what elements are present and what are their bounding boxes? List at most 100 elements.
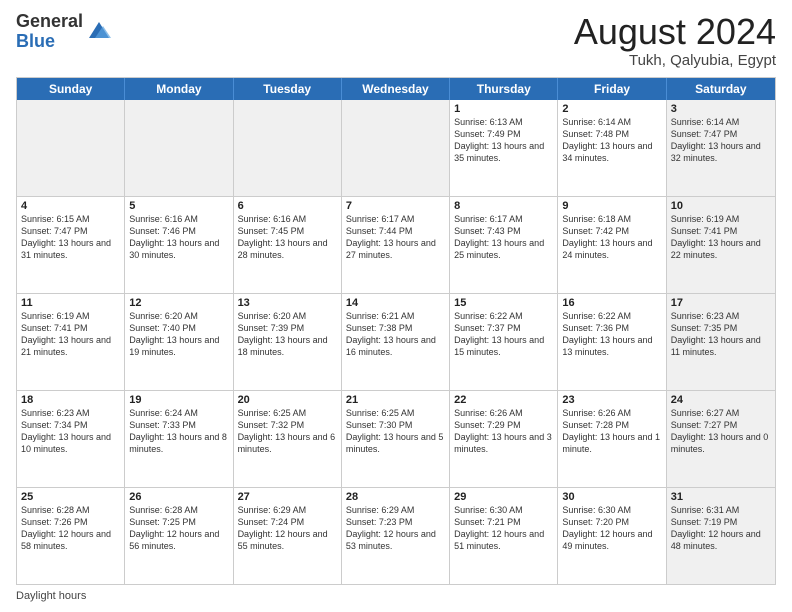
title-block: August 2024 Tukh, Qalyubia, Egypt <box>574 12 776 69</box>
day-number: 25 <box>21 491 120 503</box>
calendar-day-cell: 28Sunrise: 6:29 AM Sunset: 7:23 PM Dayli… <box>342 488 450 584</box>
calendar-day-cell: 23Sunrise: 6:26 AM Sunset: 7:28 PM Dayli… <box>558 391 666 487</box>
calendar-day-cell: 17Sunrise: 6:23 AM Sunset: 7:35 PM Dayli… <box>667 294 775 390</box>
calendar-day-cell: 14Sunrise: 6:21 AM Sunset: 7:38 PM Dayli… <box>342 294 450 390</box>
day-number: 29 <box>454 491 553 503</box>
day-details: Sunrise: 6:28 AM Sunset: 7:25 PM Dayligh… <box>129 504 228 553</box>
day-details: Sunrise: 6:25 AM Sunset: 7:32 PM Dayligh… <box>238 407 337 456</box>
day-details: Sunrise: 6:15 AM Sunset: 7:47 PM Dayligh… <box>21 213 120 262</box>
day-details: Sunrise: 6:29 AM Sunset: 7:23 PM Dayligh… <box>346 504 445 553</box>
day-number: 16 <box>562 297 661 309</box>
day-details: Sunrise: 6:21 AM Sunset: 7:38 PM Dayligh… <box>346 310 445 359</box>
day-number: 26 <box>129 491 228 503</box>
calendar-day-cell: 4Sunrise: 6:15 AM Sunset: 7:47 PM Daylig… <box>17 197 125 293</box>
calendar-header-cell: Wednesday <box>342 78 450 100</box>
day-details: Sunrise: 6:13 AM Sunset: 7:49 PM Dayligh… <box>454 116 553 165</box>
day-number: 21 <box>346 394 445 406</box>
calendar-week-row: 4Sunrise: 6:15 AM Sunset: 7:47 PM Daylig… <box>17 197 775 294</box>
calendar-day-cell: 7Sunrise: 6:17 AM Sunset: 7:44 PM Daylig… <box>342 197 450 293</box>
day-details: Sunrise: 6:29 AM Sunset: 7:24 PM Dayligh… <box>238 504 337 553</box>
calendar-header-cell: Thursday <box>450 78 558 100</box>
day-number: 7 <box>346 200 445 212</box>
day-number: 18 <box>21 394 120 406</box>
day-details: Sunrise: 6:14 AM Sunset: 7:47 PM Dayligh… <box>671 116 771 165</box>
calendar-body: 1Sunrise: 6:13 AM Sunset: 7:49 PM Daylig… <box>17 100 775 584</box>
day-number: 20 <box>238 394 337 406</box>
calendar-week-row: 1Sunrise: 6:13 AM Sunset: 7:49 PM Daylig… <box>17 100 775 197</box>
day-number: 13 <box>238 297 337 309</box>
day-details: Sunrise: 6:28 AM Sunset: 7:26 PM Dayligh… <box>21 504 120 553</box>
day-number: 30 <box>562 491 661 503</box>
calendar-day-cell: 26Sunrise: 6:28 AM Sunset: 7:25 PM Dayli… <box>125 488 233 584</box>
calendar-header-cell: Tuesday <box>234 78 342 100</box>
calendar-day-cell: 9Sunrise: 6:18 AM Sunset: 7:42 PM Daylig… <box>558 197 666 293</box>
calendar-day-cell: 10Sunrise: 6:19 AM Sunset: 7:41 PM Dayli… <box>667 197 775 293</box>
day-number: 1 <box>454 103 553 115</box>
day-number: 19 <box>129 394 228 406</box>
logo-general: General <box>16 12 83 32</box>
calendar-day-cell: 2Sunrise: 6:14 AM Sunset: 7:48 PM Daylig… <box>558 100 666 196</box>
day-details: Sunrise: 6:17 AM Sunset: 7:43 PM Dayligh… <box>454 213 553 262</box>
calendar-day-cell: 12Sunrise: 6:20 AM Sunset: 7:40 PM Dayli… <box>125 294 233 390</box>
calendar-day-cell <box>125 100 233 196</box>
calendar-day-cell: 31Sunrise: 6:31 AM Sunset: 7:19 PM Dayli… <box>667 488 775 584</box>
day-details: Sunrise: 6:24 AM Sunset: 7:33 PM Dayligh… <box>129 407 228 456</box>
day-details: Sunrise: 6:16 AM Sunset: 7:45 PM Dayligh… <box>238 213 337 262</box>
calendar-day-cell: 1Sunrise: 6:13 AM Sunset: 7:49 PM Daylig… <box>450 100 558 196</box>
main-title: August 2024 <box>574 12 776 52</box>
page: General Blue August 2024 Tukh, Qalyubia,… <box>0 0 792 612</box>
calendar-day-cell: 21Sunrise: 6:25 AM Sunset: 7:30 PM Dayli… <box>342 391 450 487</box>
calendar-week-row: 25Sunrise: 6:28 AM Sunset: 7:26 PM Dayli… <box>17 488 775 584</box>
header: General Blue August 2024 Tukh, Qalyubia,… <box>16 12 776 69</box>
calendar-day-cell: 6Sunrise: 6:16 AM Sunset: 7:45 PM Daylig… <box>234 197 342 293</box>
day-number: 23 <box>562 394 661 406</box>
day-number: 27 <box>238 491 337 503</box>
calendar-day-cell: 20Sunrise: 6:25 AM Sunset: 7:32 PM Dayli… <box>234 391 342 487</box>
day-details: Sunrise: 6:20 AM Sunset: 7:40 PM Dayligh… <box>129 310 228 359</box>
calendar-header-cell: Sunday <box>17 78 125 100</box>
calendar-day-cell: 16Sunrise: 6:22 AM Sunset: 7:36 PM Dayli… <box>558 294 666 390</box>
calendar-day-cell: 18Sunrise: 6:23 AM Sunset: 7:34 PM Dayli… <box>17 391 125 487</box>
day-number: 12 <box>129 297 228 309</box>
calendar-week-row: 18Sunrise: 6:23 AM Sunset: 7:34 PM Dayli… <box>17 391 775 488</box>
day-details: Sunrise: 6:17 AM Sunset: 7:44 PM Dayligh… <box>346 213 445 262</box>
day-details: Sunrise: 6:20 AM Sunset: 7:39 PM Dayligh… <box>238 310 337 359</box>
day-details: Sunrise: 6:30 AM Sunset: 7:21 PM Dayligh… <box>454 504 553 553</box>
logo-text: General Blue <box>16 12 83 52</box>
day-number: 4 <box>21 200 120 212</box>
day-number: 6 <box>238 200 337 212</box>
day-number: 24 <box>671 394 771 406</box>
day-number: 22 <box>454 394 553 406</box>
day-number: 5 <box>129 200 228 212</box>
day-number: 9 <box>562 200 661 212</box>
day-details: Sunrise: 6:18 AM Sunset: 7:42 PM Dayligh… <box>562 213 661 262</box>
day-details: Sunrise: 6:16 AM Sunset: 7:46 PM Dayligh… <box>129 213 228 262</box>
calendar-day-cell: 11Sunrise: 6:19 AM Sunset: 7:41 PM Dayli… <box>17 294 125 390</box>
day-number: 10 <box>671 200 771 212</box>
day-details: Sunrise: 6:25 AM Sunset: 7:30 PM Dayligh… <box>346 407 445 456</box>
calendar-day-cell: 25Sunrise: 6:28 AM Sunset: 7:26 PM Dayli… <box>17 488 125 584</box>
calendar-day-cell: 5Sunrise: 6:16 AM Sunset: 7:46 PM Daylig… <box>125 197 233 293</box>
day-details: Sunrise: 6:23 AM Sunset: 7:34 PM Dayligh… <box>21 407 120 456</box>
day-details: Sunrise: 6:26 AM Sunset: 7:29 PM Dayligh… <box>454 407 553 456</box>
day-number: 2 <box>562 103 661 115</box>
calendar-day-cell <box>234 100 342 196</box>
day-number: 8 <box>454 200 553 212</box>
day-number: 11 <box>21 297 120 309</box>
calendar-day-cell: 29Sunrise: 6:30 AM Sunset: 7:21 PM Dayli… <box>450 488 558 584</box>
calendar-day-cell: 15Sunrise: 6:22 AM Sunset: 7:37 PM Dayli… <box>450 294 558 390</box>
logo-blue: Blue <box>16 32 83 52</box>
day-details: Sunrise: 6:22 AM Sunset: 7:37 PM Dayligh… <box>454 310 553 359</box>
day-number: 17 <box>671 297 771 309</box>
day-number: 14 <box>346 297 445 309</box>
day-details: Sunrise: 6:30 AM Sunset: 7:20 PM Dayligh… <box>562 504 661 553</box>
logo-icon <box>85 16 113 44</box>
day-number: 28 <box>346 491 445 503</box>
calendar-header-cell: Monday <box>125 78 233 100</box>
calendar-header-cell: Friday <box>558 78 666 100</box>
calendar-day-cell <box>17 100 125 196</box>
calendar-header-cell: Saturday <box>667 78 775 100</box>
logo: General Blue <box>16 12 113 52</box>
calendar-day-cell: 24Sunrise: 6:27 AM Sunset: 7:27 PM Dayli… <box>667 391 775 487</box>
day-details: Sunrise: 6:23 AM Sunset: 7:35 PM Dayligh… <box>671 310 771 359</box>
